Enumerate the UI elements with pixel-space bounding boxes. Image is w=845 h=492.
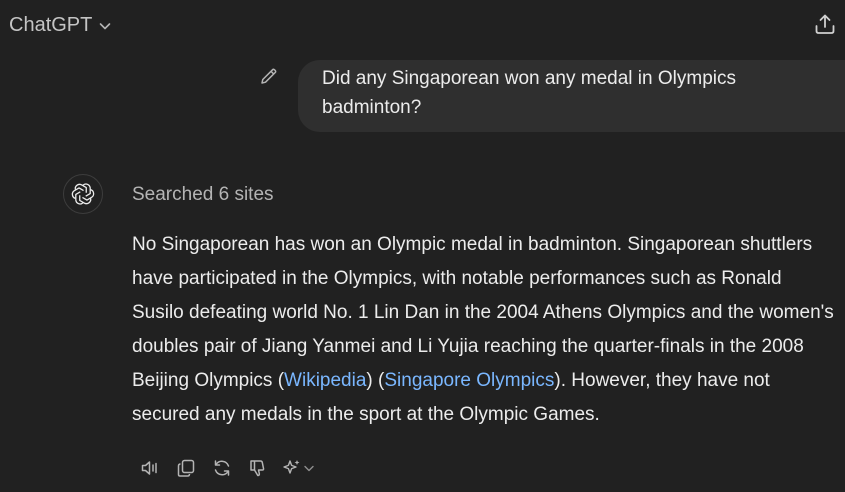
share-button[interactable] xyxy=(811,10,839,38)
user-message-text: Did any Singaporean won any medal in Oly… xyxy=(322,68,736,118)
answer-text-part1: No Singaporean has won an Olympic medal … xyxy=(132,234,834,391)
copy-icon xyxy=(175,457,197,479)
sparkle-icon xyxy=(281,457,303,479)
citation-link-wikipedia[interactable]: Wikipedia xyxy=(284,370,366,391)
assistant-answer: No Singaporean has won an Olympic medal … xyxy=(132,228,837,432)
regenerate-button[interactable] xyxy=(204,454,240,482)
thumbs-down-icon xyxy=(247,457,269,479)
citation-link-singapore-olympics[interactable]: Singapore Olympics xyxy=(384,370,554,391)
openai-logo-icon xyxy=(71,182,95,206)
message-action-bar xyxy=(132,454,320,482)
read-aloud-icon xyxy=(139,457,161,479)
pencil-icon xyxy=(259,66,279,86)
chat-window: ChatGPT Did any Singaporean won any meda… xyxy=(0,0,845,492)
answer-text-separator: ) ( xyxy=(366,370,385,391)
header: ChatGPT xyxy=(0,0,845,56)
chevron-down-icon xyxy=(303,462,315,474)
thumbs-down-button[interactable] xyxy=(240,454,276,482)
chevron-down-icon xyxy=(98,19,112,33)
share-icon xyxy=(813,12,837,36)
search-sources-toggle[interactable]: Searched 6 sites xyxy=(132,184,274,206)
copy-button[interactable] xyxy=(168,454,204,482)
assistant-avatar xyxy=(63,174,103,214)
read-aloud-button[interactable] xyxy=(132,454,168,482)
user-message-bubble: Did any Singaporean won any medal in Oly… xyxy=(298,60,845,132)
model-name: ChatGPT xyxy=(9,14,93,36)
switch-model-button[interactable] xyxy=(276,454,320,482)
edit-message-button[interactable] xyxy=(258,65,280,87)
regenerate-icon xyxy=(211,457,233,479)
model-switcher[interactable]: ChatGPT xyxy=(9,14,112,37)
